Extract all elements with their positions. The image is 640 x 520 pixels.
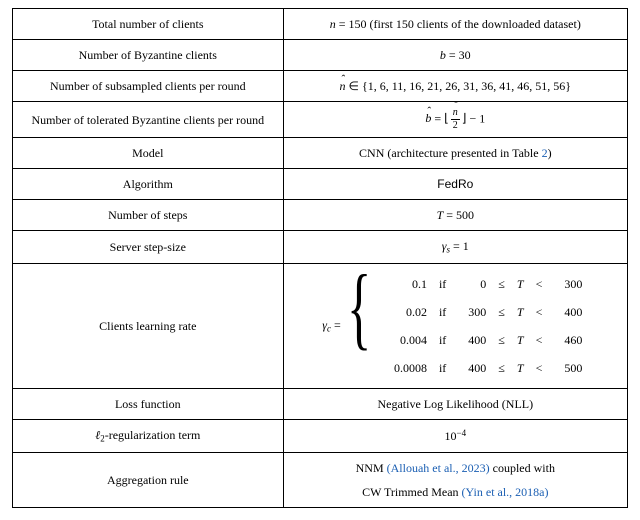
left-brace-icon: { bbox=[347, 268, 371, 380]
row-value: 10−4 bbox=[283, 419, 627, 452]
row-label: ℓ2-regularization term bbox=[13, 419, 284, 452]
row-value: CNN (architecture presented in Table 2) bbox=[283, 138, 627, 169]
row-label: Total number of clients bbox=[13, 9, 284, 40]
citation-link[interactable]: (Yin et al., 2018a) bbox=[462, 485, 549, 499]
table-row: Clients learning rate γc = { 0.1 if 0 ≤ … bbox=[13, 263, 628, 388]
table-row: Number of Byzantine clients b = 30 bbox=[13, 40, 628, 71]
table-row: Number of steps T = 500 bbox=[13, 200, 628, 231]
row-value: NNM (Allouah et al., 2023) coupled with … bbox=[283, 452, 627, 507]
row-value: T = 500 bbox=[283, 200, 627, 231]
table-row: Algorithm FedRo bbox=[13, 169, 628, 200]
table-row: Number of subsampled clients per round n… bbox=[13, 71, 628, 102]
table-row: Number of tolerated Byzantine clients pe… bbox=[13, 102, 628, 138]
row-label: Algorithm bbox=[13, 169, 284, 200]
row-label: Number of tolerated Byzantine clients pe… bbox=[13, 102, 284, 138]
row-value: n ∈ {1, 6, 11, 16, 21, 26, 31, 36, 41, 4… bbox=[283, 71, 627, 102]
row-value: γc = { 0.1 if 0 ≤ T < 300 0.02 if bbox=[283, 263, 627, 388]
lr-schedule-table: 0.1 if 0 ≤ T < 300 0.02 if 300 ≤ T bbox=[379, 270, 588, 382]
row-value: Negative Log Likelihood (NLL) bbox=[283, 388, 627, 419]
row-label: Server step-size bbox=[13, 231, 284, 264]
citation-link[interactable]: (Allouah et al., 2023) bbox=[387, 461, 490, 475]
table-row: 0.004 if 400 ≤ T < 460 bbox=[379, 326, 588, 354]
table-row: 0.1 if 0 ≤ T < 300 bbox=[379, 270, 588, 298]
row-label: Loss function bbox=[13, 388, 284, 419]
table-row: Total number of clients n = 150 (first 1… bbox=[13, 9, 628, 40]
table-row: ℓ2-regularization term 10−4 bbox=[13, 419, 628, 452]
row-value: b = n2 − 1 bbox=[283, 102, 627, 138]
piecewise: γc = { 0.1 if 0 ≤ T < 300 0.02 if bbox=[322, 270, 588, 382]
table-row: Loss function Negative Log Likelihood (N… bbox=[13, 388, 628, 419]
table-row: Model CNN (architecture presented in Tab… bbox=[13, 138, 628, 169]
params-table: Total number of clients n = 150 (first 1… bbox=[12, 8, 628, 508]
row-value: γs = 1 bbox=[283, 231, 627, 264]
table-row: Server step-size γs = 1 bbox=[13, 231, 628, 264]
page-root: Total number of clients n = 150 (first 1… bbox=[0, 0, 640, 520]
row-label: Number of subsampled clients per round bbox=[13, 71, 284, 102]
table-row: 0.02 if 300 ≤ T < 400 bbox=[379, 298, 588, 326]
table-row: 0.0008 if 400 ≤ T < 500 bbox=[379, 354, 588, 382]
row-value: b = 30 bbox=[283, 40, 627, 71]
row-label: Clients learning rate bbox=[13, 263, 284, 388]
row-label: Number of steps bbox=[13, 200, 284, 231]
row-label: Number of Byzantine clients bbox=[13, 40, 284, 71]
row-label: Aggregation rule bbox=[13, 452, 284, 507]
row-value: n = 150 (first 150 clients of the downlo… bbox=[283, 9, 627, 40]
row-value: FedRo bbox=[283, 169, 627, 200]
row-label: Model bbox=[13, 138, 284, 169]
table-row: Aggregation rule NNM (Allouah et al., 20… bbox=[13, 452, 628, 507]
